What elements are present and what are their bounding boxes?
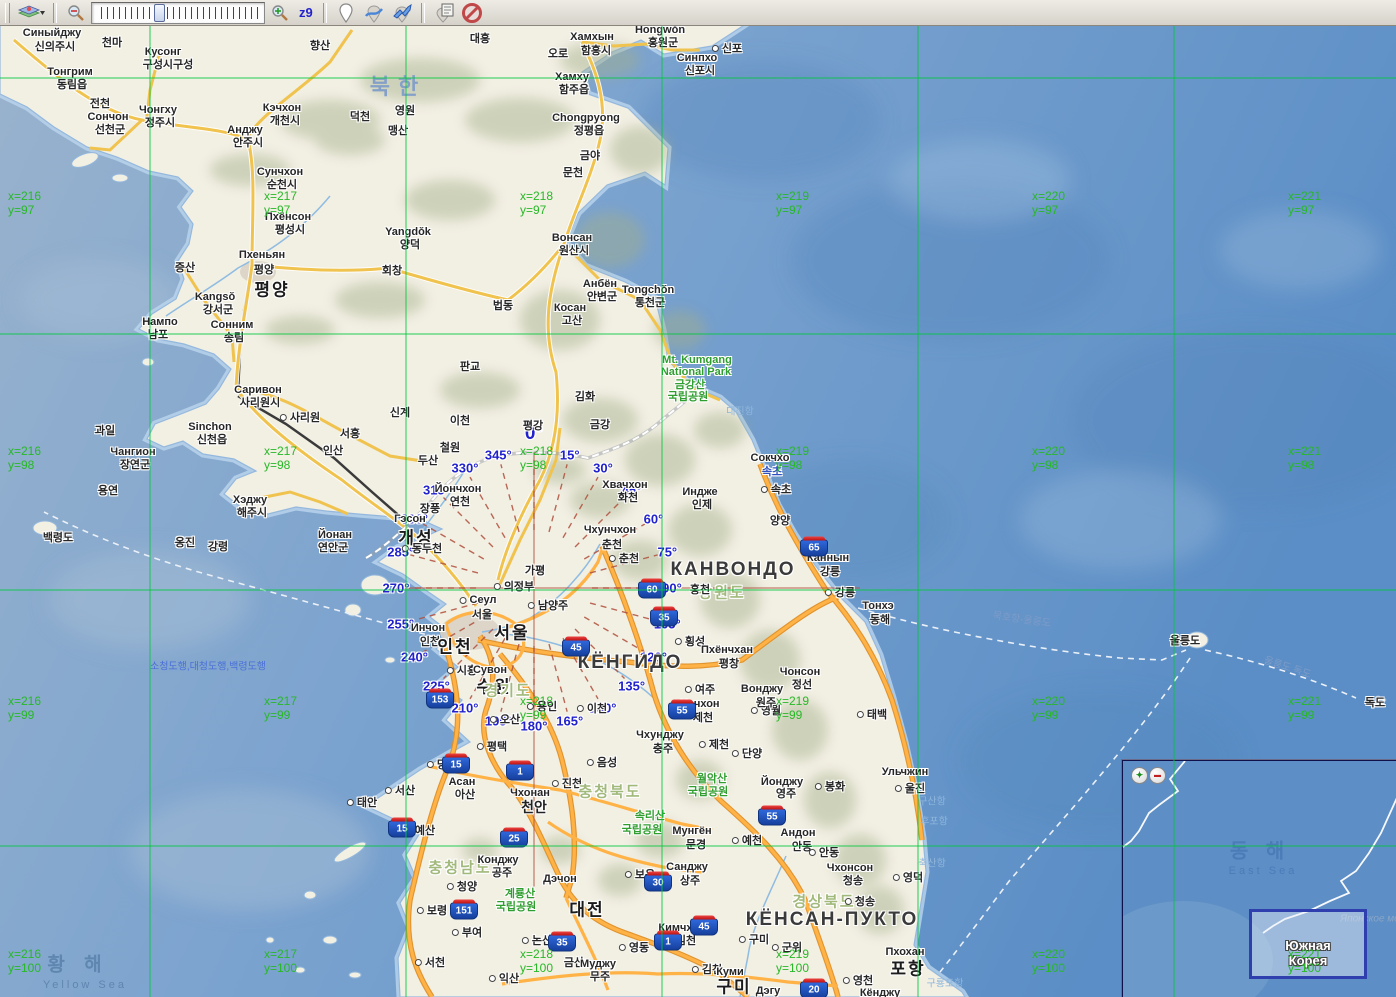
route-pin-icon bbox=[363, 2, 385, 24]
draw-arrow-button[interactable] bbox=[389, 1, 415, 25]
map-application-window: { "toolbar": { "zoom_readout": "z9", "bu… bbox=[0, 0, 1396, 997]
zoom-slider-ticks bbox=[96, 7, 260, 19]
zoom-slider[interactable] bbox=[91, 2, 265, 24]
map-layers-button[interactable] bbox=[15, 1, 47, 25]
zoom-out-button[interactable] bbox=[63, 1, 89, 25]
coordinate-grid-layer bbox=[0, 0, 1396, 997]
zoom-out-icon bbox=[67, 4, 85, 22]
toolbar-separator bbox=[323, 3, 327, 23]
notes-pin-icon bbox=[433, 2, 455, 24]
zoom-in-button[interactable] bbox=[267, 1, 293, 25]
toolbar-separator bbox=[421, 3, 425, 23]
draw-route-button[interactable] bbox=[361, 1, 387, 25]
white-pin-icon bbox=[336, 2, 356, 24]
map-layers-icon bbox=[16, 4, 46, 22]
zoom-level-readout: z9 bbox=[295, 5, 317, 20]
add-placemark-button[interactable] bbox=[333, 1, 359, 25]
cancel-icon bbox=[461, 2, 483, 24]
toolbar-separator bbox=[53, 3, 57, 23]
zoom-slider-thumb[interactable] bbox=[154, 4, 165, 22]
cancel-tool-button[interactable] bbox=[459, 1, 485, 25]
map-canvas[interactable]: 0°15°30°45°60°75°90°105°120°135°150°165°… bbox=[0, 0, 1396, 997]
arrow-pin-icon bbox=[390, 2, 414, 24]
toolbar-grip[interactable] bbox=[5, 3, 10, 23]
toolbar: z9 bbox=[0, 0, 1396, 26]
zoom-in-icon bbox=[271, 4, 289, 22]
notes-button[interactable] bbox=[431, 1, 457, 25]
